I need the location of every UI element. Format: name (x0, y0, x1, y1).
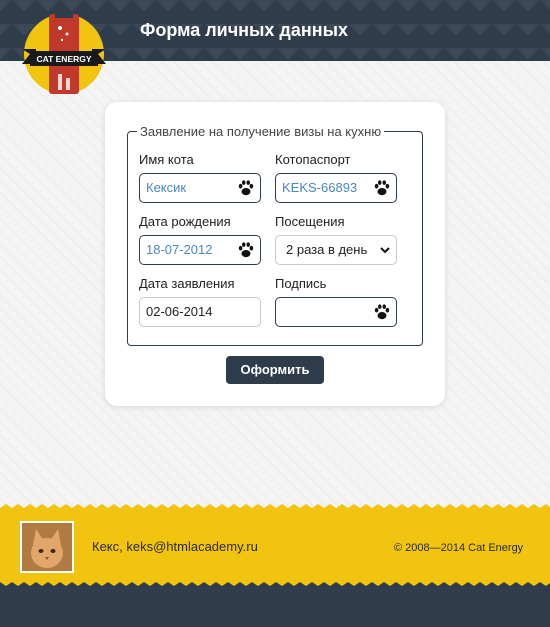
visits-value: 2 раза в день (286, 242, 368, 257)
paw-icon (374, 304, 390, 320)
logo-text: CAT ENERGY (36, 54, 91, 64)
application-form-card: Заявление на получение визы на кухню Имя… (105, 102, 445, 406)
cat-name-input[interactable]: Кексик (139, 173, 261, 203)
visa-application-fieldset: Заявление на получение визы на кухню Имя… (127, 124, 423, 346)
passport-value: KEKS-66893 (282, 180, 358, 195)
cat-energy-logo[interactable]: CAT ENERGY (22, 12, 106, 96)
visits-label: Посещения (275, 214, 345, 229)
passport-input[interactable]: KEKS-66893 (275, 173, 397, 203)
application-date-input[interactable]: 02-06-2014 (139, 297, 261, 327)
paw-icon (374, 180, 390, 196)
birth-date-value: 18-07-2012 (146, 242, 213, 257)
footer-copyright: © 2008—2014 Cat Energy (394, 542, 524, 554)
avatar (20, 521, 74, 573)
page-title: Форма личных данных (140, 20, 348, 40)
cat-name-value: Кексик (146, 180, 187, 195)
signature-input[interactable] (275, 297, 397, 327)
paw-icon (238, 180, 254, 196)
paw-icon (238, 242, 254, 258)
submit-button[interactable]: Оформить (226, 356, 324, 384)
passport-label: Котопаспорт (275, 152, 351, 167)
cat-name-label: Имя кота (139, 152, 194, 167)
footer-zigzag-bottom (0, 578, 550, 586)
chevron-down-icon (380, 247, 390, 254)
birth-date-label: Дата рождения (139, 214, 231, 229)
footer-bottom-bar (0, 582, 550, 627)
visits-select[interactable]: 2 раза в день (275, 235, 397, 265)
application-date-label: Дата заявления (139, 276, 235, 291)
application-date-value: 02-06-2014 (146, 304, 213, 319)
signature-label: Подпись (275, 276, 327, 291)
footer-contact[interactable]: Кекс, keks@htmlacademy.ru (92, 539, 258, 554)
birth-date-input[interactable]: 18-07-2012 (139, 235, 261, 265)
fieldset-legend: Заявление на получение визы на кухню (137, 124, 385, 139)
